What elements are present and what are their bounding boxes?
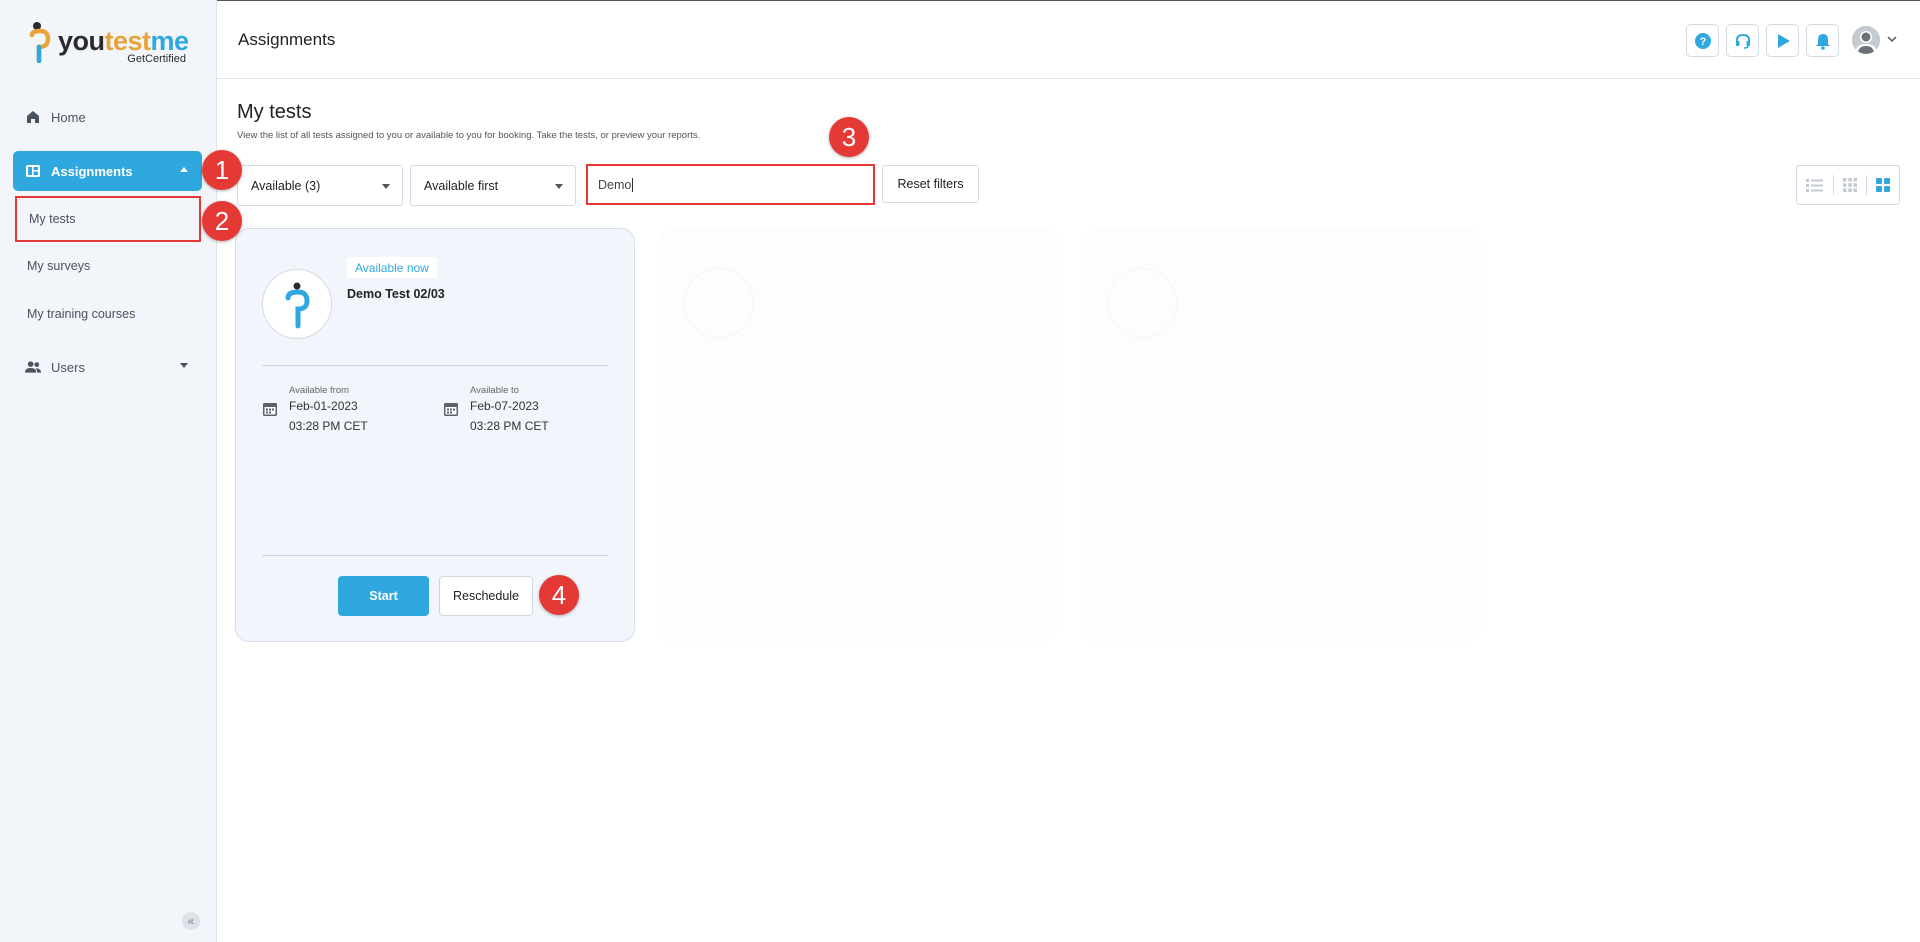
support-button[interactable] [1726, 24, 1759, 57]
available-to-time: 03:28 PM CET [470, 419, 549, 433]
availability-filter-select[interactable]: Available (3) [237, 165, 403, 206]
logo[interactable]: youtestme GetCertified [28, 20, 198, 68]
sidebar-item-label: My training courses [27, 307, 136, 321]
play-icon [1777, 33, 1790, 48]
available-to-label: Available to [470, 385, 519, 396]
sidebar-item-label: Home [51, 109, 86, 125]
ghost-logo [1107, 268, 1177, 338]
sort-select[interactable]: Available first [410, 165, 576, 206]
divider [1866, 175, 1867, 195]
start-test-button[interactable]: Start [338, 576, 429, 616]
assignments-icon [25, 163, 41, 179]
annotation-marker-4: 4 [539, 575, 579, 615]
page-description: View the list of all tests assigned to y… [237, 130, 701, 141]
divider [262, 365, 608, 366]
collapse-sidebar-button[interactable]: « [182, 912, 200, 930]
divider [262, 555, 608, 556]
sidebar-item-home[interactable]: Home [13, 97, 202, 137]
calendar-icon [444, 403, 458, 416]
test-logo [262, 269, 332, 339]
reschedule-button[interactable]: Reschedule [439, 576, 533, 616]
ghost-test-card [658, 228, 1058, 642]
compact-grid-view-icon[interactable] [1842, 177, 1858, 193]
available-to-date: Feb-07-2023 [470, 399, 539, 413]
list-view-icon[interactable] [1805, 177, 1825, 193]
sidebar-item-label: My tests [29, 212, 76, 226]
home-icon [25, 109, 41, 125]
test-title: Demo Test 02/03 [347, 287, 445, 301]
help-icon: ? [1694, 32, 1711, 49]
sidebar-item-users[interactable]: Users [13, 347, 202, 387]
bell-icon [1815, 33, 1830, 50]
logo-icon [29, 22, 51, 63]
search-input[interactable]: Demo [586, 164, 875, 205]
view-mode-toggle [1796, 165, 1900, 205]
tutorial-play-button[interactable] [1766, 24, 1799, 57]
chevron-down-icon [180, 363, 188, 368]
sidebar-item-my-training-courses[interactable]: My training courses [15, 291, 201, 337]
sidebar-item-label: My surveys [27, 259, 91, 273]
user-avatar-icon [1852, 26, 1880, 54]
calendar-icon [263, 403, 277, 416]
sidebar-item-assignments[interactable]: Assignments [13, 151, 202, 191]
sidebar-item-my-surveys[interactable]: My surveys [15, 243, 201, 289]
annotation-marker-3: 3 [829, 117, 869, 157]
chevron-down-icon [555, 184, 563, 189]
available-from-label: Available from [289, 385, 350, 396]
top-header: Assignments ? [217, 0, 1920, 79]
ghost-logo [684, 268, 754, 338]
text-cursor [632, 177, 634, 192]
svg-text:?: ? [1699, 36, 1706, 48]
page-title: My tests [237, 101, 312, 123]
page-header-title: Assignments [238, 30, 336, 49]
help-button[interactable]: ? [1686, 24, 1719, 57]
sidebar-item-my-tests[interactable]: My tests [15, 196, 201, 242]
ghost-test-card [1081, 228, 1481, 642]
sidebar-item-label: Assignments [51, 163, 133, 179]
card-grid-view-icon[interactable] [1875, 177, 1891, 193]
chevron-up-icon [180, 167, 188, 172]
headset-icon [1735, 33, 1750, 49]
user-avatar-button[interactable] [1852, 26, 1880, 54]
available-from-time: 03:28 PM CET [289, 419, 368, 433]
availability-filter-value: Available (3) [251, 178, 321, 193]
divider [1833, 175, 1834, 195]
logo-subtitle: GetCertified [127, 53, 186, 65]
annotation-marker-2: 2 [202, 201, 242, 241]
annotation-marker-1: 1 [202, 150, 242, 190]
sidebar: youtestme GetCertified Home Assignments … [0, 0, 217, 942]
test-card: Available now Demo Test 02/03 Available … [235, 228, 635, 642]
test-logo-icon [285, 282, 310, 329]
users-icon [25, 359, 41, 375]
available-from-date: Feb-01-2023 [289, 399, 358, 413]
sidebar-item-label: Users [51, 359, 85, 375]
chevron-down-icon[interactable] [1887, 35, 1897, 43]
search-input-value: Demo [598, 177, 632, 192]
reset-filters-button[interactable]: Reset filters [882, 165, 979, 203]
sort-select-value: Available first [424, 178, 499, 193]
chevron-down-icon [382, 184, 390, 189]
availability-badge: Available now [347, 257, 437, 278]
notifications-button[interactable] [1806, 24, 1839, 57]
